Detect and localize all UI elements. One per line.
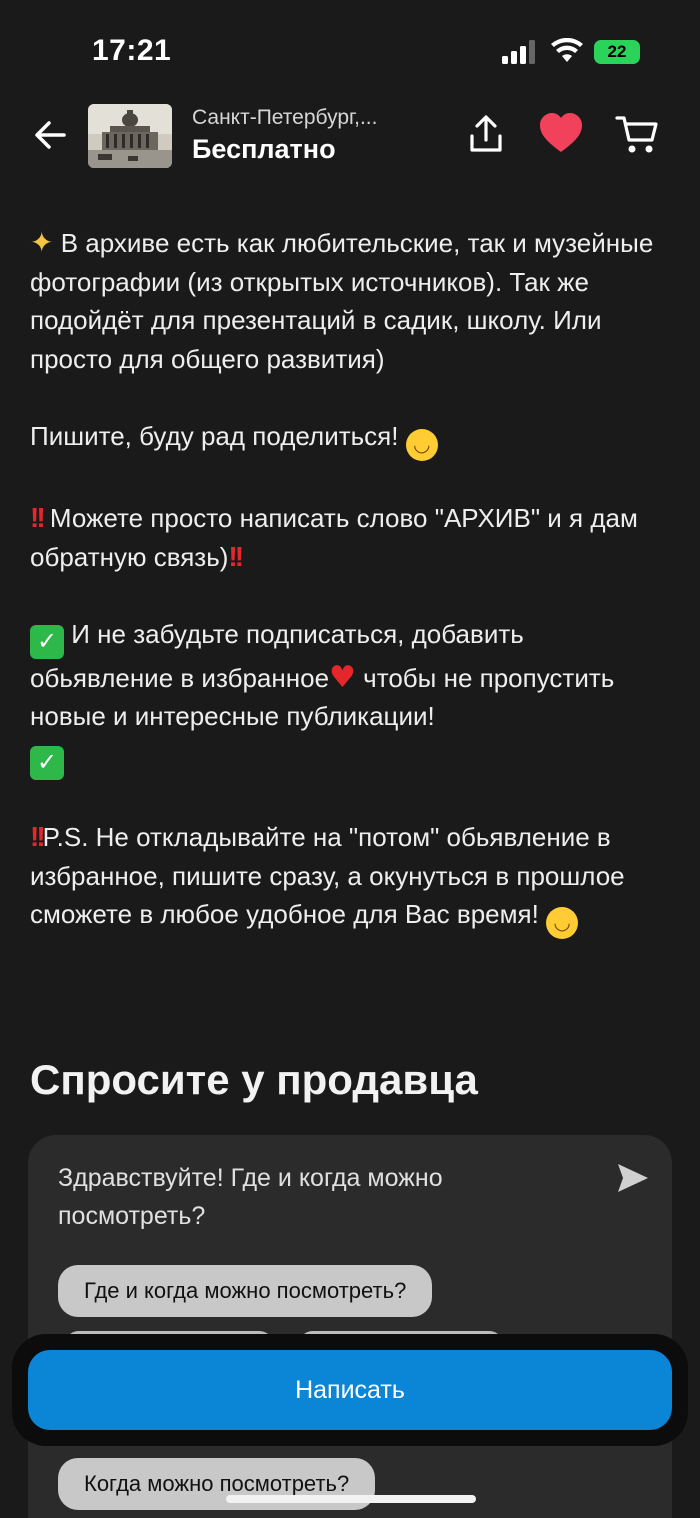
description-paragraph: !! Можете просто написать слово "АРХИВ" …: [30, 502, 638, 572]
wifi-icon: [551, 38, 583, 62]
ask-seller-title: Спросите у продавца: [30, 1056, 478, 1103]
status-bar: 17:21 22: [0, 0, 700, 100]
double-exclamation-icon: !!: [30, 821, 46, 852]
description-paragraph: Пишите, буду рад поделиться! ◡: [30, 417, 670, 461]
back-arrow-icon[interactable]: [30, 114, 72, 156]
smile-icon: ◡: [405, 428, 438, 461]
description-paragraph: ✓ И не забудьте подписаться, добавить об…: [30, 615, 670, 780]
battery-icon: 22: [594, 40, 640, 64]
listing-content: ✦ В архиве есть как любительские, так и …: [0, 172, 700, 1518]
description-paragraph: ✦ В архиве есть как любительские, так и …: [30, 226, 654, 374]
smile-icon: ◡: [546, 907, 579, 939]
check-icon: ✓: [30, 745, 64, 780]
home-indicator: [226, 1495, 476, 1503]
cart-icon[interactable]: [614, 112, 660, 156]
double-exclamation-icon: !!: [228, 540, 244, 572]
header-location: Санкт-Петербург,...: [192, 106, 378, 129]
signal-icon: [502, 40, 535, 64]
heart-icon[interactable]: [538, 112, 584, 156]
description-paragraph: !!P.S. Не откладывайте на "потом" обьявл…: [30, 818, 670, 939]
status-time: 17:21: [92, 34, 172, 67]
share-icon[interactable]: [464, 112, 508, 156]
header-price: Бесплатно: [192, 134, 336, 164]
check-icon: ✓: [30, 624, 64, 659]
listing-thumbnail[interactable]: [88, 104, 172, 168]
bottom-action-bar: Написать: [12, 1334, 688, 1446]
quick-question-chip[interactable]: Где и когда можно посмотреть?: [58, 1265, 433, 1317]
dizzy-icon: ✦: [30, 226, 54, 259]
write-button[interactable]: Написать: [28, 1350, 672, 1430]
listing-description: ✦ В архиве есть как любительские, так и …: [30, 224, 670, 978]
heart-emoji-icon: ♥: [329, 659, 356, 695]
message-input[interactable]: Здравствуйте! Где и когда можно посмотре…: [58, 1159, 578, 1235]
send-icon[interactable]: [616, 1161, 650, 1195]
double-exclamation-icon: !!: [30, 502, 46, 533]
listing-header: Санкт-Петербург,... Бесплатно: [0, 100, 700, 172]
